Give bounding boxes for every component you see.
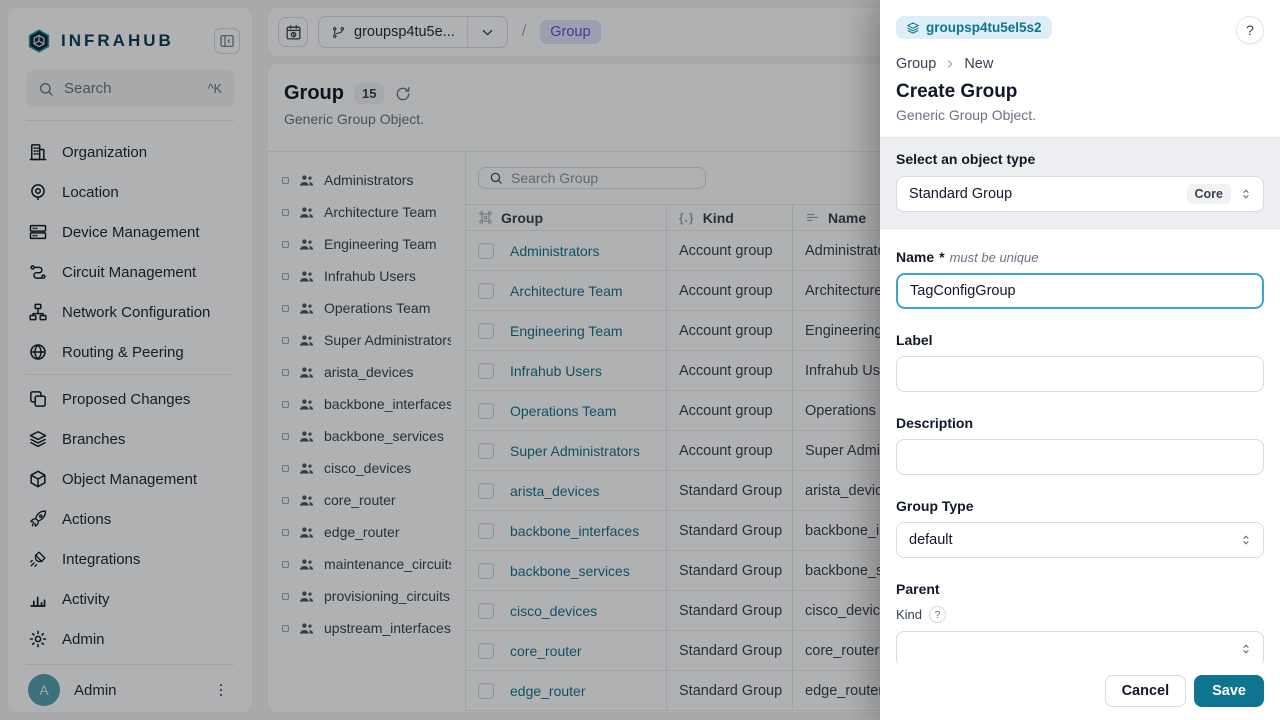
- object-type-value: Standard Group: [909, 186, 1179, 202]
- chevron-updown-icon: [1239, 533, 1253, 547]
- name-field[interactable]: TagConfigGroup: [896, 273, 1264, 309]
- layers-icon: [906, 21, 920, 35]
- branch-badge-label: groupsp4tu5el5s2: [926, 20, 1042, 35]
- description-field[interactable]: [896, 439, 1264, 475]
- kind-label: Kind: [896, 607, 922, 622]
- group-type-value: default: [909, 532, 1231, 548]
- drawer-breadcrumb: Group New: [896, 56, 1264, 72]
- chevron-updown-icon: [1239, 187, 1253, 201]
- cancel-button[interactable]: Cancel: [1105, 675, 1187, 707]
- chevron-right-icon: [944, 58, 956, 70]
- create-group-drawer: groupsp4tu5el5s2 ? Group New Create Grou…: [880, 0, 1280, 720]
- chevron-updown-icon: [1239, 642, 1253, 656]
- object-type-select[interactable]: Standard Group Core: [896, 176, 1264, 212]
- drawer-footer: Cancel Save: [880, 663, 1280, 720]
- description-label: Description: [896, 415, 973, 431]
- group-type-select[interactable]: default: [896, 522, 1264, 558]
- create-group-form: Name * must be unique TagConfigGroup Lab…: [880, 229, 1280, 663]
- breadcrumb-current: New: [964, 56, 993, 72]
- required-mark: *: [939, 249, 944, 265]
- drawer-title: Create Group: [896, 81, 1264, 103]
- name-value: TagConfigGroup: [910, 283, 1016, 299]
- parent-kind-select[interactable]: [896, 631, 1264, 663]
- core-badge: Core: [1187, 184, 1231, 204]
- label-label: Label: [896, 332, 933, 348]
- drawer-subtitle: Generic Group Object.: [896, 107, 1264, 123]
- app-window: INFRAHUB Search ^K Organization Location…: [0, 0, 1280, 720]
- parent-label: Parent: [896, 581, 940, 597]
- object-type-label: Select an object type: [896, 151, 1264, 167]
- help-button[interactable]: ?: [1236, 16, 1264, 44]
- name-label: Name: [896, 249, 934, 265]
- object-type-section: Select an object type Standard Group Cor…: [880, 137, 1280, 229]
- group-type-label: Group Type: [896, 498, 974, 514]
- name-hint: must be unique: [950, 250, 1039, 265]
- modal-overlay[interactable]: [0, 0, 880, 720]
- breadcrumb-parent[interactable]: Group: [896, 56, 936, 72]
- branch-badge: groupsp4tu5el5s2: [896, 16, 1052, 39]
- kind-help-button[interactable]: ?: [929, 606, 946, 623]
- label-field[interactable]: [896, 356, 1264, 392]
- save-button[interactable]: Save: [1194, 675, 1264, 707]
